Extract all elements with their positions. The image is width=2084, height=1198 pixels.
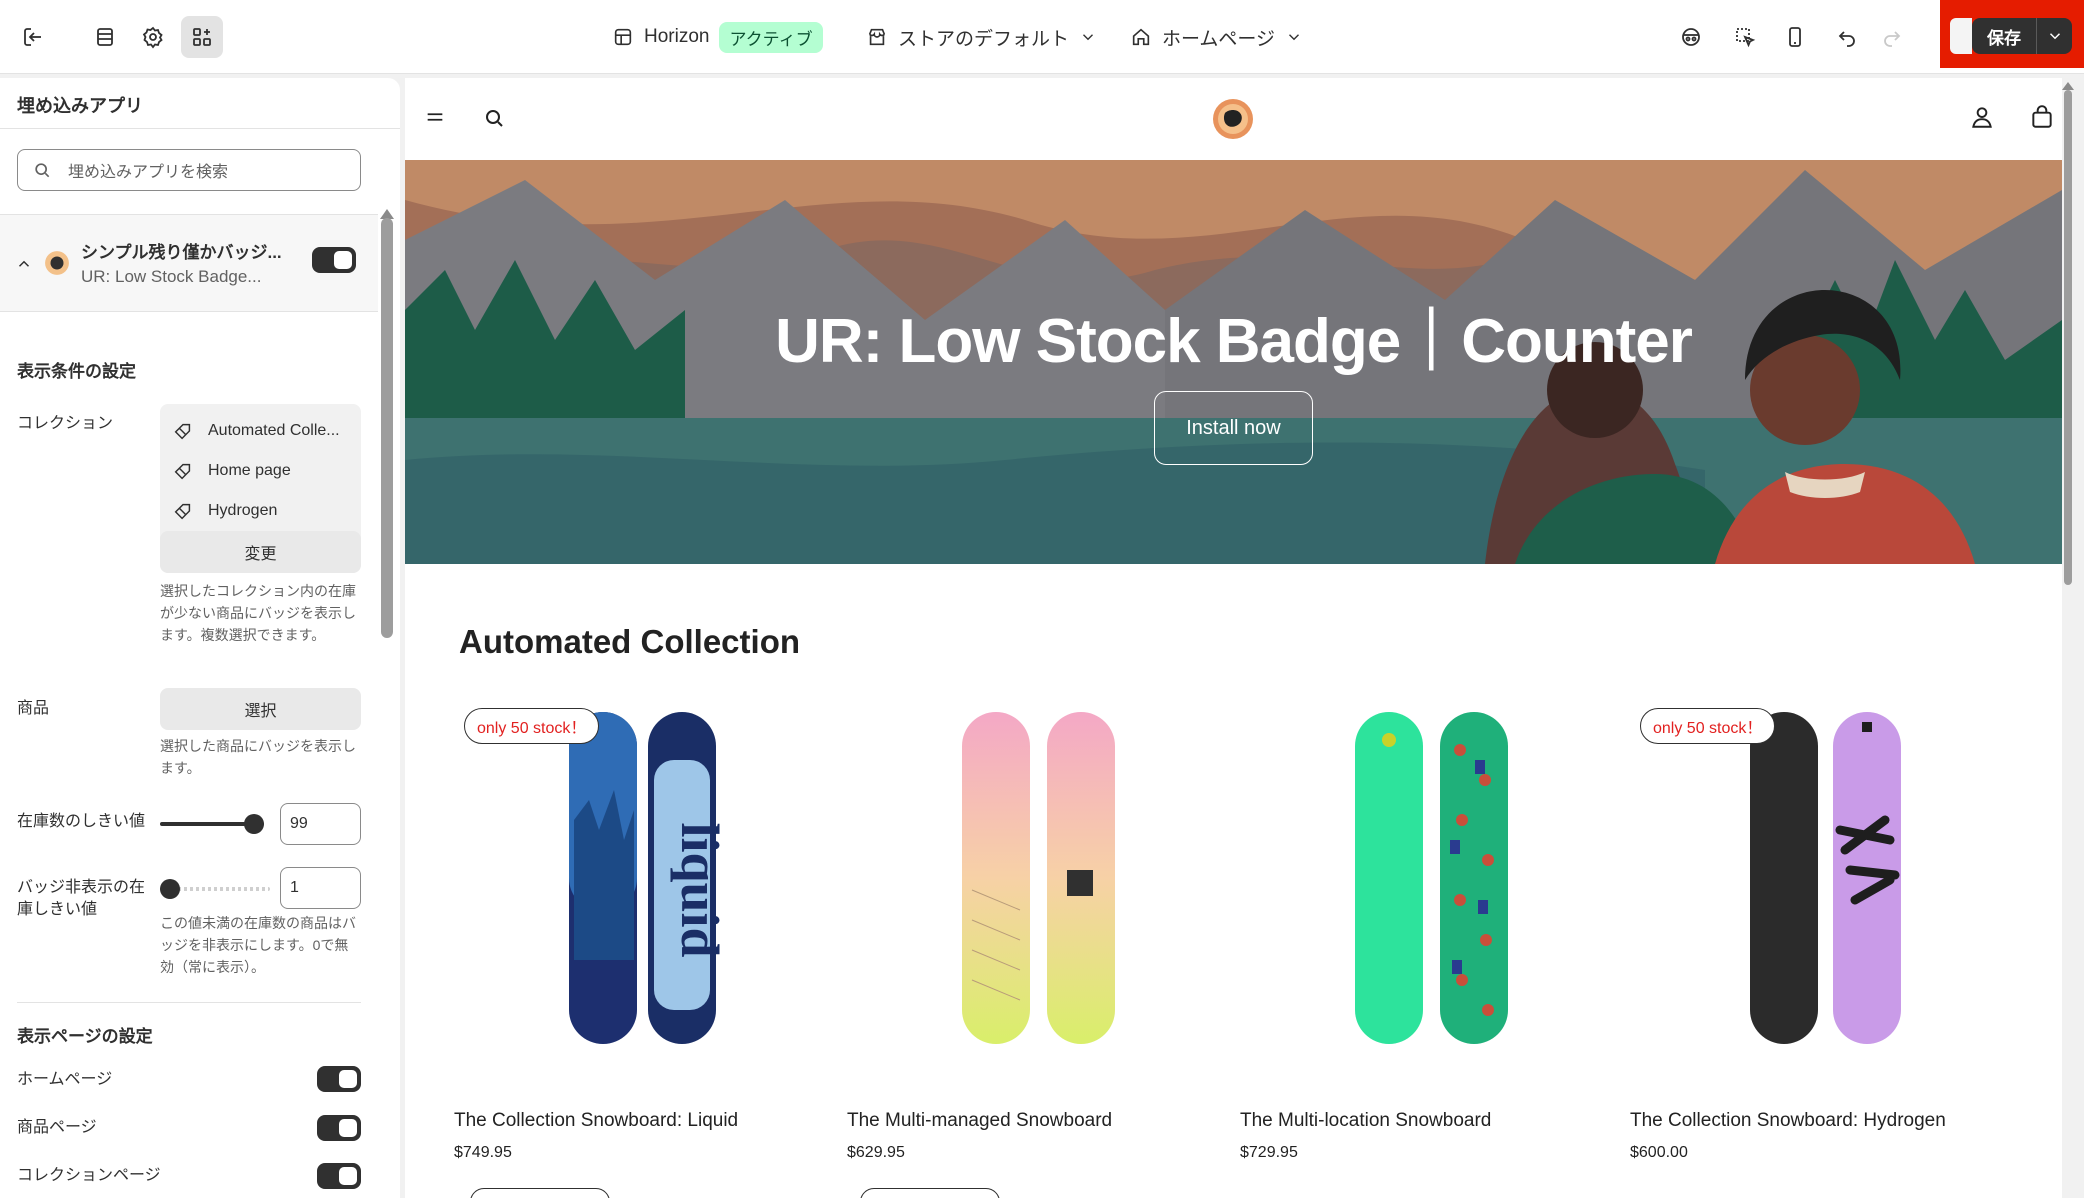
store-logo-icon[interactable] (1211, 97, 1255, 141)
store-context-selector[interactable]: ストアのデフォルト (866, 18, 1097, 56)
collection-page-toggle-label: コレクションページ (17, 1167, 161, 1184)
theme-status-badge: アクティブ (719, 21, 823, 53)
sidebar-scrollbar[interactable] (381, 218, 393, 638)
product-help-text: 選択した商品にバッジを表示します。 (160, 738, 356, 776)
storefront-preview: UR: Low Stock Badge｜Counter Install now … (405, 78, 2062, 1198)
chevron-up-icon[interactable] (15, 255, 33, 273)
save-button[interactable]: 保存 (1972, 18, 2072, 54)
store-header (405, 78, 2062, 160)
homepage-toggle-label: ホームページ (17, 1071, 113, 1088)
low-stock-badge: only 50 stock！ (1640, 708, 1776, 744)
product-price: $600.00 (1630, 1144, 1688, 1161)
app-embeds-icon[interactable] (181, 16, 223, 58)
theme-selector[interactable]: Horizon アクティブ (612, 18, 823, 56)
product-name[interactable]: The Collection Snowboard: Hydrogen (1630, 1110, 1946, 1132)
collection-heading: Automated Collection (459, 623, 801, 660)
product-card[interactable]: The Multi-managed Snowboard $629.95 (847, 700, 1197, 1161)
threshold-label: 在庫数のしきい値 (17, 813, 146, 830)
select-element-icon[interactable] (1724, 16, 1766, 58)
store-icon (868, 28, 886, 46)
page-context-selector[interactable]: ホームページ (1130, 18, 1303, 56)
product-card[interactable]: The Multi-location Snowboard $729.95 (1240, 700, 1590, 1161)
threshold-slider-thumb[interactable] (244, 814, 265, 834)
display-conditions-title: 表示条件の設定 (17, 362, 136, 381)
product-action-button[interactable] (860, 1188, 1000, 1198)
save-options-chevron-icon[interactable] (2037, 27, 2072, 45)
exit-icon[interactable] (12, 16, 54, 58)
theme-icon (614, 28, 632, 46)
product-price: $749.95 (454, 1144, 512, 1161)
cart-icon[interactable] (2029, 104, 2055, 130)
page-context-label: ホームページ (1162, 28, 1276, 50)
hide-threshold-slider-thumb[interactable] (160, 879, 180, 899)
homepage-toggle[interactable] (317, 1066, 361, 1092)
save-button-label: 保存 (1987, 28, 2021, 48)
redo-icon[interactable] (1871, 16, 1913, 58)
app-logo-icon (45, 251, 69, 275)
display-pages-title: 表示ページの設定 (17, 1027, 153, 1046)
sections-icon[interactable] (84, 16, 126, 58)
preview-inspector-icon[interactable] (1670, 16, 1712, 58)
search-icon (35, 163, 50, 178)
chevron-down-icon (1289, 34, 1300, 41)
mobile-view-icon[interactable] (1774, 16, 1816, 58)
collection-icon (174, 463, 191, 480)
collection-label: コレクション (17, 415, 114, 432)
chevron-down-icon (1083, 34, 1093, 41)
product-card[interactable]: only 50 stock！ The Collection Snowboard:… (1630, 700, 1980, 1161)
app-embed-search-input[interactable]: 埋め込みアプリを検索 (17, 149, 361, 191)
app-embed-subtitle: UR: Low Stock Badge... (81, 267, 262, 286)
undo-icon[interactable] (1826, 16, 1868, 58)
collection-icon (174, 503, 191, 520)
select-products-button[interactable]: 選択 (160, 688, 361, 730)
app-embed-toggle[interactable] (312, 247, 356, 273)
hide-threshold-input[interactable] (280, 867, 361, 909)
more-actions-button[interactable] (1950, 18, 1972, 54)
product-image[interactable] (1630, 700, 1980, 1090)
collection-help-text: 選択したコレクション内の在庫が少ない商品にバッジを表示します。複数選択できます。 (160, 583, 356, 643)
theme-name: Horizon (644, 26, 710, 47)
hide-threshold-label: バッジ非表示の在庫しきい値 (17, 879, 146, 918)
product-label: 商品 (17, 700, 50, 717)
product-card[interactable]: liquid only 50 stock！ The Collection Sno… (454, 700, 804, 1161)
collection-item: Home page (172, 460, 291, 482)
hero-title: UR: Low Stock Badge｜Counter (775, 307, 1693, 376)
product-price: $729.95 (1240, 1144, 1298, 1161)
hide-threshold-help-text: この値未満の在庫数の商品はバッジを非表示にします。0で無効（常に表示）。 (160, 915, 356, 975)
product-action-button[interactable] (470, 1188, 610, 1198)
settings-gear-icon[interactable] (132, 16, 174, 58)
app-embed-title: シンプル残り僅かバッジ... (81, 243, 282, 262)
preview-scroll-up-arrow[interactable] (2062, 82, 2074, 90)
home-icon (1132, 28, 1150, 46)
product-name[interactable]: The Multi-managed Snowboard (847, 1110, 1112, 1132)
product-name[interactable]: The Collection Snowboard: Liquid (454, 1110, 738, 1132)
search-icon[interactable] (482, 106, 506, 130)
product-image[interactable]: liquid (454, 700, 804, 1090)
collection-icon (174, 423, 191, 440)
menu-icon[interactable] (424, 106, 446, 128)
search-placeholder: 埋め込みアプリを検索 (68, 164, 229, 181)
collection-item: Automated Colle... (172, 420, 340, 442)
account-icon[interactable] (1969, 104, 1995, 130)
svg-text:liquid: liquid (670, 822, 730, 957)
product-price: $629.95 (847, 1144, 905, 1161)
change-collections-button[interactable]: 変更 (160, 531, 361, 573)
product-page-toggle-label: 商品ページ (17, 1119, 97, 1136)
collection-page-toggle[interactable] (317, 1163, 361, 1189)
app-embeds-sidebar: 埋め込みアプリ 埋め込みアプリを検索 シンプル残り僅かバッジ... UR: Lo… (0, 78, 400, 1198)
low-stock-badge: only 50 stock！ (464, 708, 600, 744)
hero-banner: UR: Low Stock Badge｜Counter Install now (405, 160, 2062, 564)
threshold-input[interactable] (280, 803, 361, 845)
editor-topbar: Horizon アクティブ ストアのデフォルト ホームページ (0, 0, 2084, 74)
product-page-toggle[interactable] (317, 1115, 361, 1141)
install-now-button[interactable]: Install now (1154, 391, 1313, 465)
store-context-label: ストアのデフォルト (898, 28, 1070, 50)
product-image[interactable] (847, 700, 1197, 1090)
collection-item: Hydrogen (172, 500, 277, 522)
sidebar-title: 埋め込みアプリ (17, 96, 143, 116)
product-name[interactable]: The Multi-location Snowboard (1240, 1110, 1491, 1132)
product-image[interactable] (1240, 700, 1590, 1090)
preview-scrollbar[interactable] (2064, 90, 2072, 585)
